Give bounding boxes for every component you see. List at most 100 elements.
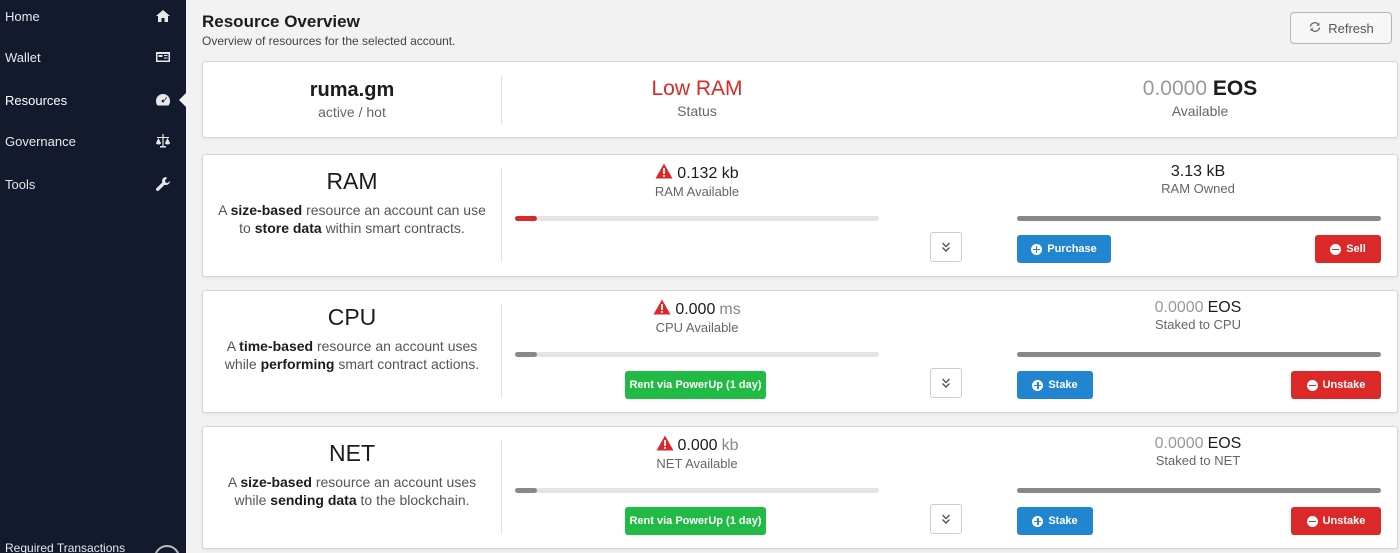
ram-expand-button[interactable] — [930, 232, 962, 262]
balance-symbol: EOS — [1212, 77, 1258, 100]
net-unstake-button[interactable]: Unstake — [1291, 507, 1381, 535]
net-card: NET A size-based resource an account use… — [202, 426, 1398, 549]
wrench-icon — [154, 175, 172, 193]
ram-available-bar — [515, 216, 879, 221]
net-description: A size-based resource an account uses wh… — [227, 474, 477, 508]
account-permission: active / hot — [318, 104, 386, 120]
plus-circle-icon — [1032, 379, 1044, 391]
warning-icon — [656, 435, 674, 456]
cpu-info: CPU A time-based resource an account use… — [203, 291, 501, 412]
cpu-description: A time-based resource an account uses wh… — [224, 338, 480, 372]
cpu-available-unit: ms — [719, 300, 741, 318]
net-info: NET A size-based resource an account use… — [203, 427, 501, 548]
balance-amount: 0.0000 — [1142, 77, 1208, 100]
page-subtitle: Overview of resources for the selected a… — [202, 34, 456, 48]
cpu-staked-section: 0.0000 EOS Staked to CPU — [1015, 291, 1381, 332]
cpu-available-bar — [515, 352, 879, 357]
net-stake-button[interactable]: Stake — [1017, 507, 1093, 535]
net-staked-bar — [1017, 488, 1381, 493]
sidebar-item-label: Wallet — [5, 49, 41, 65]
ram-owned-section: 3.13 kB RAM Owned — [1015, 155, 1381, 196]
refresh-label: Refresh — [1328, 20, 1374, 36]
net-staked-amount: 0.0000 — [1154, 435, 1204, 452]
account-summary-card: ruma.gm active / hot Low RAM Status 0.00… — [202, 61, 1398, 138]
minus-circle-icon — [1306, 515, 1318, 527]
double-chevron-down-icon — [942, 514, 950, 524]
net-rent-powerup-button[interactable]: Rent via PowerUp (1 day) — [625, 507, 766, 535]
divider — [501, 305, 502, 398]
sidebar-item-label: Resources — [5, 92, 68, 108]
page-title: Resource Overview — [202, 12, 360, 31]
double-chevron-down-icon — [942, 378, 950, 388]
balance-label: Available — [1171, 103, 1229, 119]
double-chevron-down-icon — [942, 242, 950, 252]
status-section: Low RAM Status — [502, 62, 892, 139]
cpu-staked-bar — [1017, 352, 1381, 357]
net-staked-section: 0.0000 EOS Staked to NET — [1015, 427, 1381, 468]
minus-circle-icon — [1306, 379, 1318, 391]
cpu-expand-button[interactable] — [930, 368, 962, 398]
cpu-staked-amount: 0.0000 — [1154, 299, 1204, 316]
cpu-staked-symbol: EOS — [1207, 299, 1242, 316]
cpu-stake-button[interactable]: Stake — [1017, 371, 1093, 399]
sidebar: Home Wallet Resources Governance Tools R… — [0, 0, 186, 553]
net-staked-symbol: EOS — [1207, 435, 1242, 452]
seal-icon — [154, 545, 180, 553]
ram-available-value: 0.132 kb — [677, 164, 739, 182]
sidebar-item-label: Home — [5, 8, 40, 24]
status-label: Status — [677, 103, 717, 119]
cpu-available-number: 0.000 — [675, 300, 716, 318]
ram-title: RAM — [326, 168, 378, 194]
dashboard-icon — [154, 91, 172, 109]
sidebar-footer[interactable]: Required Transactions — [5, 541, 180, 553]
status-value: Low RAM — [651, 77, 743, 100]
cpu-card: CPU A time-based resource an account use… — [202, 290, 1398, 413]
ram-available-section: 0.132 kb RAM Available — [513, 155, 881, 199]
net-available-bar — [515, 488, 879, 493]
account-section: ruma.gm active / hot — [203, 62, 501, 139]
cpu-title: CPU — [327, 304, 377, 330]
cpu-available-section: 0.000 ms CPU Available — [513, 291, 881, 335]
home-icon — [154, 7, 172, 25]
cpu-unstake-button[interactable]: Unstake — [1291, 371, 1381, 399]
divider — [501, 441, 502, 534]
cpu-available-label: CPU Available — [655, 320, 739, 335]
net-title: NET — [329, 440, 375, 466]
divider — [501, 169, 502, 262]
net-available-unit: kb — [721, 436, 739, 454]
cpu-rent-powerup-button[interactable]: Rent via PowerUp (1 day) — [625, 371, 766, 399]
net-available-number: 0.000 — [677, 436, 718, 454]
minus-circle-icon — [1330, 243, 1342, 255]
sidebar-item-wallet[interactable]: Wallet — [0, 41, 186, 73]
ram-owned-value: 3.13 kB — [1170, 163, 1226, 180]
ram-info: RAM A size-based resource an account can… — [203, 155, 501, 276]
sidebar-item-tools[interactable]: Tools — [0, 168, 186, 200]
sidebar-item-label: Governance — [5, 133, 76, 149]
sidebar-item-resources[interactable]: Resources — [0, 84, 186, 116]
ram-description: A size-based resource an account can use… — [218, 202, 486, 236]
plus-circle-icon — [1031, 243, 1043, 255]
cpu-staked-label: Staked to CPU — [1155, 317, 1241, 332]
account-name: ruma.gm — [309, 79, 395, 101]
active-indicator — [179, 93, 186, 107]
purchase-ram-button[interactable]: Purchase — [1017, 235, 1111, 263]
sidebar-item-home[interactable]: Home — [0, 0, 186, 32]
ram-owned-bar — [1017, 216, 1381, 221]
sidebar-footer-label: Required Transactions — [5, 541, 126, 553]
net-available-label: NET Available — [656, 456, 738, 471]
refresh-button[interactable]: Refresh — [1290, 12, 1392, 44]
net-expand-button[interactable] — [930, 504, 962, 534]
wallet-icon — [154, 48, 172, 66]
balance-section: 0.0000 EOS Available — [1003, 62, 1397, 139]
plus-circle-icon — [1032, 515, 1044, 527]
sidebar-item-governance[interactable]: Governance — [0, 125, 186, 157]
main-content: Resource Overview Overview of resources … — [186, 0, 1400, 553]
warning-icon — [655, 163, 673, 184]
net-available-section: 0.000 kb NET Available — [513, 427, 881, 471]
balance-scale-icon — [154, 132, 172, 150]
sell-ram-button[interactable]: Sell — [1315, 235, 1381, 263]
ram-card: RAM A size-based resource an account can… — [202, 154, 1398, 277]
net-staked-label: Staked to NET — [1155, 453, 1241, 468]
warning-icon — [653, 299, 671, 320]
ram-available-label: RAM Available — [654, 184, 740, 199]
